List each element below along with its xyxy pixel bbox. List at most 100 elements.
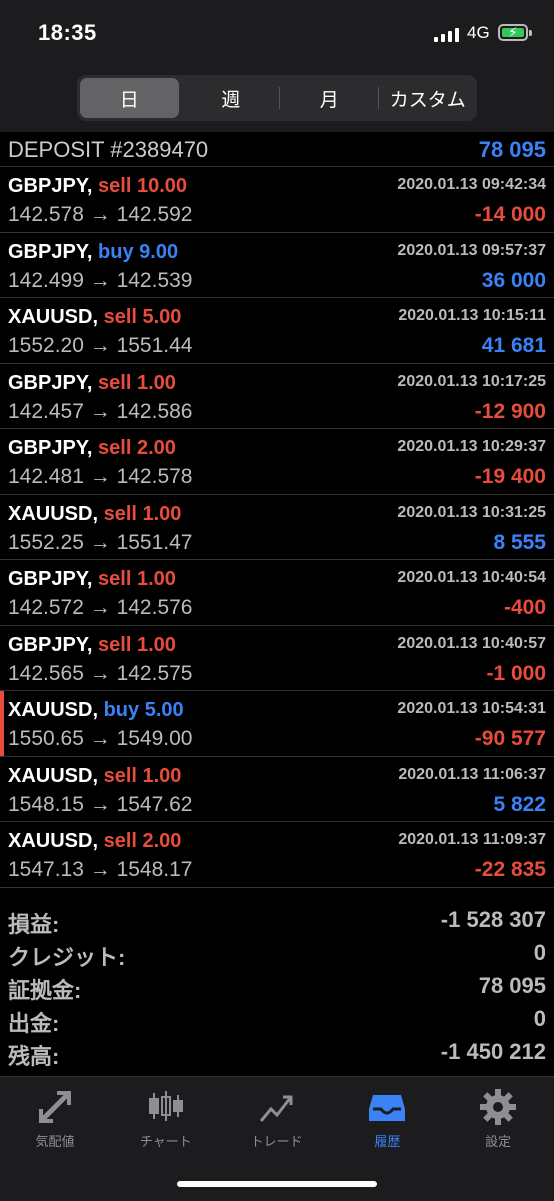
trade-volume: 2.00 [142,830,182,852]
trade-symbol: GBPJPY, [8,437,93,459]
trade-side-type: sell [103,830,137,852]
summary-label: 残高: [8,1044,60,1069]
trade-symbol-line: GBPJPY, sell 1.00 [8,634,176,657]
tab-label: チャート [139,1134,192,1149]
trade-row[interactable]: GBPJPY, sell 1.00 2020.01.13 10:40:54 142.… [0,560,554,626]
trade-volume: 1.00 [142,764,182,787]
trade-side: sell 1.00 [98,634,176,656]
trade-symbol: GBPJPY, [8,568,93,590]
trade-date: 2020.01.13 09:42:34 [397,176,546,193]
trade-side: sell 1.00 [98,568,176,590]
trade-profit: 36 000 [481,268,546,292]
trade-side-type: sell [98,568,132,590]
trade-row[interactable]: XAUUSD, sell 2.00 2020.01.13 11:09:37 1547… [0,822,554,888]
trade-symbol-line: XAUUSD, buy 5.00 [8,699,184,722]
tab-label: 気配値 [35,1134,75,1149]
trade-row[interactable]: GBPJPY, sell 1.00 2020.01.13 10:17:25 142.… [0,364,554,429]
period-week-label: 週 [221,89,241,111]
period-day[interactable]: 日 [80,78,179,118]
trade-side-type: buy [98,240,134,263]
trade-side-type: sell [103,764,137,787]
trade-symbol-line: XAUUSD, sell 5.00 [8,306,181,329]
summary-label: 損益: [8,912,60,937]
trade-profit: 5 822 [493,792,546,816]
tab-gear[interactable]: 設定 [443,1077,553,1157]
trade-profit: -12 900 [474,399,546,423]
trade-symbol: XAUUSD, [8,699,99,721]
summary-value: -1 528 307 [440,907,546,932]
period-month[interactable]: 月 [280,75,379,121]
trade-prices: 142.572 → 142.576 [8,596,193,619]
summary-label: 証拠金: [8,978,82,1003]
trade-symbol: XAUUSD, [8,502,99,525]
trade-row[interactable]: GBPJPY, sell 10.00 2020.01.13 09:42:34 142… [0,167,554,233]
tab-history-tray[interactable]: 履歴 [332,1077,442,1157]
trade-profit: -19 400 [474,465,546,488]
trade-date: 2020.01.13 10:31:25 [397,503,546,521]
trade-profit: -90 577 [474,727,546,750]
trade-volume: 1.00 [142,502,182,525]
trade-side: buy 5.00 [104,699,184,721]
summary-value: -1 450 212 [440,1039,546,1064]
period-month-label: 月 [319,89,339,111]
trade-profit: -400 [503,596,546,619]
trade-row[interactable]: XAUUSD, sell 1.00 2020.01.13 10:31:25 1552… [0,495,554,560]
trade-symbol-line: GBPJPY, sell 1.00 [8,372,176,395]
trade-prices: 1547.13 → 1548.17 [8,858,193,881]
summary-row: 残高: -1 450 212 [0,1037,554,1070]
tab-quotes-arrows[interactable]: 気配値 [0,1077,110,1157]
trade-date: 2020.01.13 11:06:37 [398,765,546,783]
trade-profit: -1 000 [486,661,546,685]
summary-label: クレジット: [8,945,126,970]
trade-prices: 1552.25 → 1551.47 [8,530,193,554]
trade-row[interactable]: XAUUSD, buy 5.00 2020.01.13 10:54:31 1550.… [0,691,554,757]
trade-symbol: GBPJPY, [8,240,93,263]
trade-line-icon [257,1087,297,1127]
trade-volume: 1.00 [136,371,176,394]
trade-side-type: sell [98,437,132,459]
trade-prices: 1552.20 → 1551.44 [8,334,193,357]
deposit-row[interactable]: DEPOSIT #2389470 78 095 [0,132,554,167]
period-day-label: 日 [119,89,139,111]
tab-candlestick-chart[interactable]: チャート [111,1077,221,1157]
summary-row: 証拠金: 78 095 [0,971,554,1004]
selection-marker [0,691,4,756]
trade-side: sell 1.00 [104,503,182,525]
deposit-amount: 78 095 [478,137,546,162]
candlestick-chart-icon [146,1087,186,1127]
trade-symbol-line: GBPJPY, sell 1.00 [8,568,176,591]
trade-symbol-line: GBPJPY, sell 2.00 [8,437,176,460]
trade-row[interactable]: XAUUSD, sell 5.00 2020.01.13 10:15:11 1552… [0,298,554,364]
period-week[interactable]: 週 [182,75,280,121]
trade-row[interactable]: GBPJPY, buy 9.00 2020.01.13 09:57:37 142.4… [0,233,554,298]
period-custom[interactable]: カスタム [379,75,478,121]
trade-row[interactable]: XAUUSD, sell 1.00 2020.01.13 11:06:37 1548… [0,757,554,822]
trade-prices: 142.481 → 142.578 [8,465,193,488]
tab-trade-line[interactable]: トレード [222,1077,332,1157]
trade-side: buy 9.00 [98,241,178,263]
summary-value: 0 [533,940,546,965]
summary-value: 0 [533,1006,546,1031]
quotes-arrows-icon [35,1087,75,1127]
trade-volume: 1.00 [136,633,176,656]
signal-icon [434,26,462,42]
trade-date: 2020.01.13 10:40:54 [397,569,546,586]
trade-prices: 1550.65 → 1549.00 [8,727,193,750]
trade-volume: 2.00 [136,437,176,459]
trade-side-type: sell [103,502,137,525]
tab-label: 履歴 [374,1134,401,1149]
account-summary: 損益: -1 528 307 クレジット: 0 証拠金: 78 095 出金: 0 残高: -1 … [0,905,554,1070]
trade-symbol: XAUUSD, [8,764,99,787]
tab-label: トレード [250,1134,303,1149]
trade-volume: 1.00 [136,568,176,590]
trade-side: sell 5.00 [104,306,182,328]
trade-symbol: XAUUSD, [8,306,99,328]
tab-label: 設定 [485,1134,512,1149]
trade-prices: 142.565 → 142.575 [8,661,193,685]
network-type: 4G [467,23,490,42]
period-custom-label: カスタム [389,89,466,111]
trade-row[interactable]: GBPJPY, sell 1.00 2020.01.13 10:40:57 142.… [0,626,554,691]
summary-row: 損益: -1 528 307 [0,905,554,938]
trade-symbol-line: XAUUSD, sell 1.00 [8,765,181,788]
trade-row[interactable]: GBPJPY, sell 2.00 2020.01.13 10:29:37 142.… [0,429,554,495]
